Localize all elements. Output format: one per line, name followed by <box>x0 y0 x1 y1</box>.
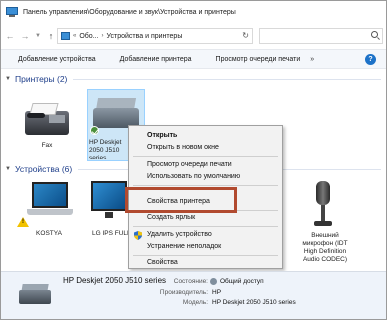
model-label: Модель: <box>182 299 208 306</box>
breadcrumb-separator-icon[interactable]: › <box>102 33 104 39</box>
menu-item-troubleshoot[interactable]: Устранение неполадок <box>129 241 282 253</box>
printers-group-header[interactable]: ▼ Принтеры (2) <box>5 74 381 84</box>
menu-item-print-queue[interactable]: Просмотр очереди печати <box>129 159 282 171</box>
laptop-icon[interactable] <box>27 182 73 220</box>
control-panel-small-icon <box>61 32 70 40</box>
window-title: Панель управления\Оборудование и звук\Ус… <box>23 8 236 16</box>
more-commands-icon[interactable]: » <box>308 56 314 63</box>
device-item-kostya[interactable]: KOSTYA <box>29 230 69 238</box>
address-bar: ← → ▼ ↑ « Обо... › Устройства и принтеры… <box>1 25 386 47</box>
manufacturer-label: Производитель: <box>159 289 208 296</box>
menu-separator <box>133 226 278 227</box>
menu-item-open-new-window[interactable]: Открыть в новом окне <box>129 142 282 154</box>
group-divider <box>73 78 381 80</box>
fax-printer-icon[interactable] <box>23 101 71 139</box>
details-pane: HP Deskjet 2050 J510 series Состояние: О… <box>1 271 386 319</box>
printer-label-container: HP Deskjet 2050 J510 series <box>89 139 129 159</box>
device-label-kostya: KOSTYA <box>36 230 62 237</box>
menu-item-create-shortcut[interactable]: Создать ярлык <box>129 212 282 224</box>
search-icon <box>371 31 378 38</box>
menu-item-remove-device-label: Удалить устройство <box>147 231 212 238</box>
add-printer-button[interactable]: Добавление принтера <box>104 56 200 63</box>
menu-item-open[interactable]: Открыть <box>129 130 282 142</box>
warning-icon <box>17 217 29 227</box>
title-bar: Панель управления\Оборудование и звук\Ус… <box>1 1 386 23</box>
menu-item-set-default[interactable]: Использовать по умолчанию <box>129 171 282 183</box>
printers-group-title: Принтеры (2) <box>15 74 68 84</box>
printer-label-fax: Fax <box>41 142 53 149</box>
highlight-annotation-box <box>125 187 237 213</box>
menu-item-remove-device[interactable]: Удалить устройство <box>129 229 282 241</box>
state-value: Общий доступ <box>220 278 264 285</box>
state-label: Состояние: <box>173 278 208 285</box>
devices-and-printers-window: Панель управления\Оборудование и звук\Ус… <box>0 0 387 320</box>
address-field[interactable]: « Обо... › Устройства и принтеры ↻ <box>57 28 253 44</box>
refresh-icon[interactable]: ↻ <box>242 31 249 40</box>
menu-separator <box>133 185 278 186</box>
control-panel-icon <box>6 7 18 17</box>
search-input[interactable] <box>259 28 383 44</box>
up-arrow-icon[interactable]: ↑ <box>45 30 57 42</box>
back-arrow-icon[interactable]: ← <box>4 30 16 42</box>
breadcrumb-chevron-icon[interactable]: « <box>73 33 76 39</box>
manufacturer-value: HP <box>212 289 222 296</box>
help-icon[interactable]: ? <box>365 54 376 65</box>
printer-label-hp: HP Deskjet 2050 J510 series <box>89 139 122 159</box>
devices-group-title: Устройства (6) <box>15 164 73 174</box>
breadcrumb-segment-devices[interactable]: Устройства и принтеры <box>107 33 183 40</box>
printer-item-fax[interactable]: Fax <box>27 142 67 150</box>
device-label-lg-ips: LG IPS FULL <box>92 230 131 237</box>
add-device-button[interactable]: Добавление устройства <box>1 56 104 63</box>
collapse-chevron-icon[interactable]: ▼ <box>5 76 13 82</box>
model-value: HP Deskjet 2050 J510 series <box>212 299 296 306</box>
microphone-icon[interactable] <box>312 181 334 229</box>
device-item-microphone[interactable]: Внешний микрофон (IDT High Definition Au… <box>295 232 355 264</box>
menu-item-properties[interactable]: Свойства <box>129 257 282 269</box>
shared-status-icon <box>210 278 217 285</box>
collapse-chevron-icon[interactable]: ▼ <box>5 166 13 172</box>
device-item-lg-ips[interactable]: LG IPS FULL <box>92 230 132 238</box>
uac-shield-icon <box>134 231 142 240</box>
breadcrumb-segment-hardware[interactable]: Обо... <box>79 33 98 40</box>
command-bar: Добавление устройства Добавление принтер… <box>1 49 386 69</box>
default-printer-check-icon <box>90 126 99 135</box>
selected-printer-icon <box>19 282 51 306</box>
recent-locations-chevron-icon[interactable]: ▼ <box>34 30 42 42</box>
print-queue-button[interactable]: Просмотр очереди печати <box>200 56 309 63</box>
forward-arrow-icon[interactable]: → <box>19 30 31 42</box>
device-label-microphone: Внешний микрофон (IDT High Definition Au… <box>302 232 348 263</box>
menu-separator <box>133 156 278 157</box>
menu-separator <box>133 255 278 256</box>
